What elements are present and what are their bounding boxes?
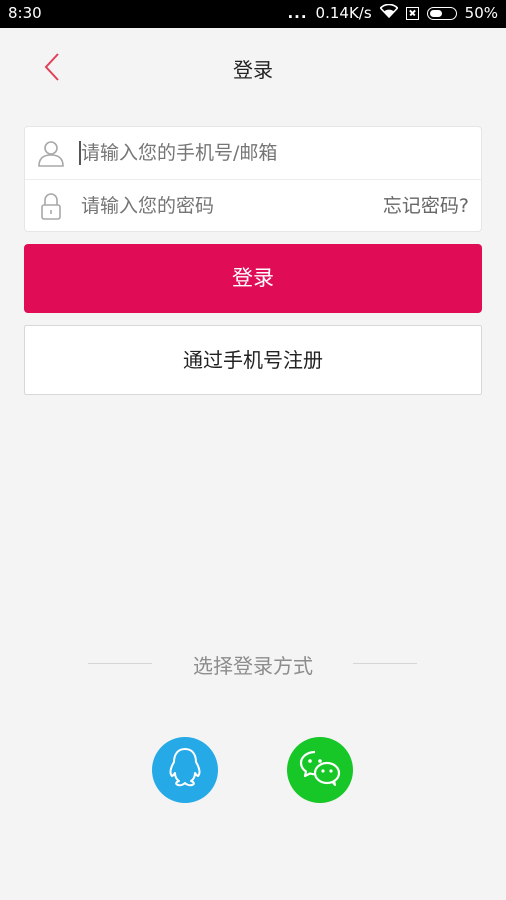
battery-percent: 50% (464, 4, 498, 22)
account-row (25, 127, 481, 180)
other-login-label: 选择登录方式 (193, 654, 313, 678)
user-icon (37, 139, 65, 167)
other-login-divider: 选择登录方式 (0, 650, 506, 680)
page-title: 登录 (233, 58, 273, 82)
divider-line-right (353, 663, 417, 664)
status-time: 8:30 (8, 4, 42, 22)
header: 登录 (0, 28, 506, 106)
login-button[interactable]: 登录 (24, 244, 482, 313)
status-bar: 8:30 ... 0.14K/s 50% (0, 0, 506, 28)
register-button[interactable]: 通过手机号注册 (24, 325, 482, 395)
status-right: ... 0.14K/s 50% (287, 3, 498, 22)
lock-icon (37, 192, 65, 220)
password-input[interactable] (81, 180, 361, 232)
account-input[interactable] (81, 127, 471, 179)
wifi-icon (379, 3, 399, 22)
status-dots: ... (287, 4, 308, 22)
login-form: 忘记密码? (24, 126, 482, 232)
network-speed: 0.14K/s (315, 4, 372, 22)
wechat-login-button[interactable] (287, 737, 353, 803)
wechat-icon (299, 749, 341, 791)
forgot-password-link[interactable]: 忘记密码? (383, 180, 469, 232)
password-row: 忘记密码? (25, 180, 481, 232)
qq-icon (166, 747, 204, 793)
qq-login-button[interactable] (152, 737, 218, 803)
sim-icon (405, 6, 419, 20)
battery-icon (426, 6, 457, 20)
